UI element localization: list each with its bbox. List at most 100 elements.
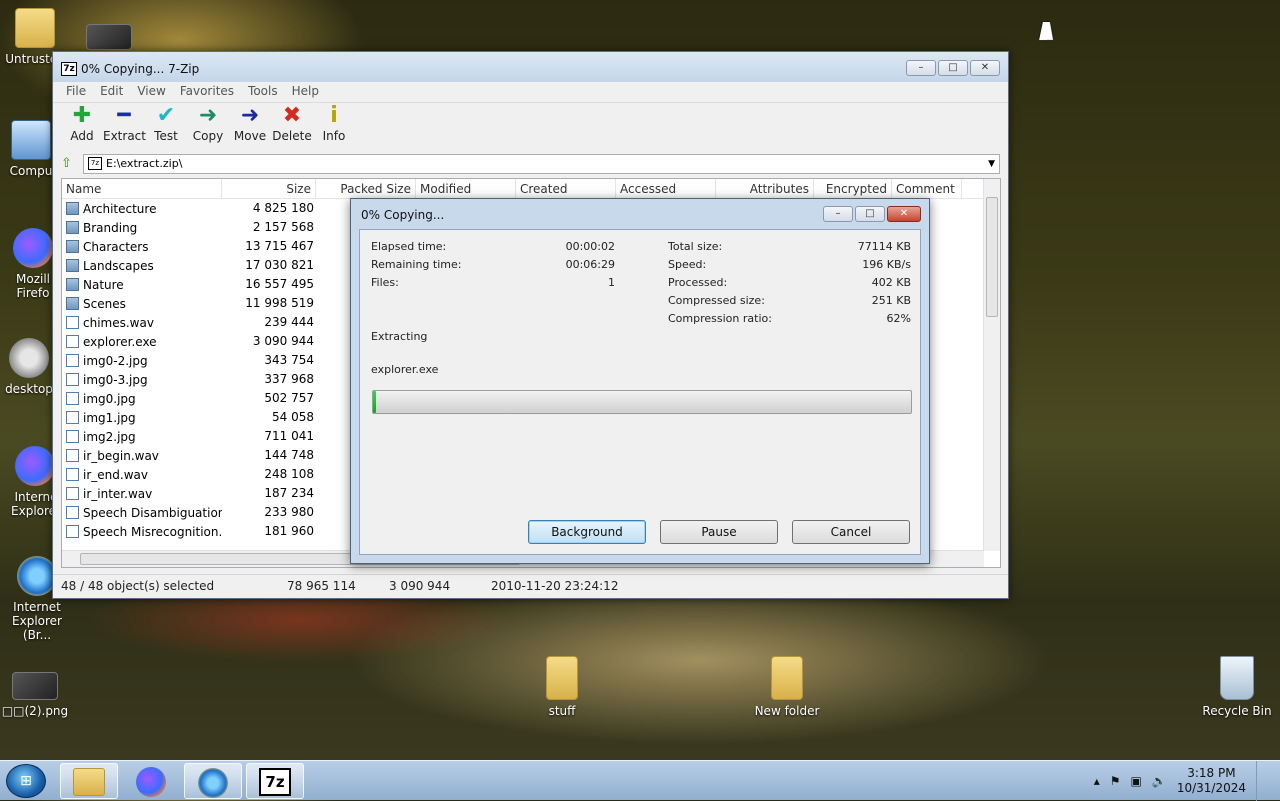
file-name-cell: Characters (62, 237, 222, 256)
address-bar: ⇧ 7z E:\extract.zip\ ▼ (53, 152, 1008, 176)
toolbar-copy-button[interactable]: ➜ Copy (187, 103, 229, 152)
toolbar-add-button[interactable]: ✚ Add (61, 103, 103, 152)
stat-value: 402 KB (871, 276, 911, 289)
file-icon (66, 506, 79, 519)
windows-logo-icon: ⊞ (20, 773, 32, 789)
file-name-cell: img2.jpg (62, 427, 222, 446)
show-desktop-button[interactable] (1256, 761, 1266, 801)
file-size: 11 998 519 (245, 296, 314, 310)
toolbar-info-button[interactable]: i Info (313, 103, 355, 152)
file-size: 337 968 (264, 372, 314, 386)
folder-icon (771, 656, 803, 700)
file-icon (66, 373, 79, 386)
column-header-accessed[interactable]: Accessed (616, 179, 716, 198)
file-name-cell: img0-2.jpg (62, 351, 222, 370)
image-thumbnail-icon (86, 24, 132, 50)
clock[interactable]: 3:18 PM 10/31/2024 (1177, 766, 1246, 796)
desktop-icon-label: Mozill Firefo (16, 272, 50, 300)
menu-file[interactable]: File (59, 82, 93, 102)
taskbar-7zip-button[interactable]: 7z (246, 763, 304, 799)
desktop-icon-stuff[interactable]: stuff (523, 656, 601, 718)
file-name: img1.jpg (83, 410, 136, 425)
file-size: 16 557 495 (245, 277, 314, 291)
dialog-close-button[interactable]: ✕ (887, 206, 921, 222)
toolbar-extract-button[interactable]: ━ Extract (103, 103, 146, 152)
file-icon (66, 487, 79, 500)
taskbar-firefox-button[interactable] (122, 763, 180, 799)
copy-icon: ➜ (198, 103, 218, 128)
computer-icon (11, 120, 51, 160)
background-button[interactable]: Background (528, 520, 646, 544)
toolbar-move-button[interactable]: ➜ Move (229, 103, 271, 152)
dialog-maximize-button[interactable]: □ (855, 206, 885, 222)
file-icon (66, 430, 79, 443)
taskbar-explorer-button[interactable] (60, 763, 118, 799)
add-icon: ✚ (72, 103, 92, 128)
file-name: ir_end.wav (83, 467, 148, 482)
column-header-created[interactable]: Created (516, 179, 616, 198)
maximize-button[interactable]: □ (938, 60, 968, 76)
scroll-thumb[interactable] (986, 197, 998, 317)
volume-icon[interactable]: 🔈 (1152, 774, 1167, 788)
flag-icon[interactable]: ⚑ (1110, 774, 1121, 788)
status-total-size: 78 965 114 (287, 579, 356, 593)
pause-button[interactable]: Pause (660, 520, 778, 544)
dialog-title-bar[interactable]: 0% Copying... – □ ✕ (351, 199, 929, 229)
menu-edit[interactable]: Edit (93, 82, 130, 102)
column-header-name[interactable]: Name (62, 179, 222, 198)
delete-icon: ✖ (282, 103, 302, 128)
network-icon[interactable]: ▣ (1131, 774, 1142, 788)
sevenzip-app-icon: 7z (61, 62, 77, 76)
desktop-icon-recycle-bin[interactable]: Recycle Bin (1198, 656, 1276, 718)
column-header-modified[interactable]: Modified (416, 179, 516, 198)
stat-label: Files: (371, 276, 399, 289)
menu-help[interactable]: Help (285, 82, 326, 102)
test-icon: ✔ (156, 103, 176, 128)
menu-view[interactable]: View (130, 82, 172, 102)
file-icon (66, 411, 79, 424)
file-name: img0-2.jpg (83, 353, 148, 368)
minimize-button[interactable]: – (906, 60, 936, 76)
desktop-icon-image-top[interactable] (70, 24, 148, 54)
path-combobox[interactable]: 7z E:\extract.zip\ ▼ (83, 154, 1000, 174)
toolbar-test-button[interactable]: ✔ Test (145, 103, 187, 152)
mouse-cursor-icon (1039, 22, 1057, 40)
file-icon (66, 525, 79, 538)
current-file-label: explorer.exe (371, 363, 439, 376)
info-icon: i (330, 103, 338, 128)
start-button[interactable]: ⊞ (6, 764, 46, 798)
cancel-button[interactable]: Cancel (792, 520, 910, 544)
clock-time: 3:18 PM (1187, 766, 1236, 780)
toolbar-delete-button[interactable]: ✖ Delete (271, 103, 313, 152)
taskbar: ⊞ 7z ▴ ⚑ ▣ 🔈 3:18 PM 10/31/2024 (0, 760, 1280, 801)
firefox-icon (13, 228, 53, 268)
show-hidden-icons-icon[interactable]: ▴ (1094, 774, 1100, 788)
file-name: Branding (83, 220, 138, 235)
progress-dialog[interactable]: 0% Copying... – □ ✕ Elapsed time: 00:00:0… (350, 198, 930, 564)
column-header-attributes[interactable]: Attributes (716, 179, 814, 198)
file-icon (66, 449, 79, 462)
up-folder-icon[interactable]: ⇧ (61, 156, 77, 172)
chevron-down-icon[interactable]: ▼ (988, 155, 995, 173)
column-header-comment[interactable]: Comment (892, 179, 962, 198)
column-header-packed-size[interactable]: Packed Size (316, 179, 416, 198)
title-bar[interactable]: 7z 0% Copying... 7-Zip – □ ✕ (53, 52, 1008, 82)
path-text: E:\extract.zip\ (106, 157, 183, 170)
desktop-icon-new-folder[interactable]: New folder (748, 656, 826, 718)
clock-date: 10/31/2024 (1176, 781, 1246, 795)
file-name: Nature (83, 277, 124, 292)
taskbar-ie-button[interactable] (184, 763, 242, 799)
firefox-icon (136, 767, 166, 797)
vertical-scrollbar[interactable] (983, 179, 1000, 551)
dialog-minimize-button[interactable]: – (823, 206, 853, 222)
stat-label: Compressed size: (668, 294, 765, 307)
file-name-cell: Branding (62, 218, 222, 237)
menu-tools[interactable]: Tools (241, 82, 285, 102)
column-header-size[interactable]: Size (222, 179, 316, 198)
menu-favorites[interactable]: Favorites (173, 82, 241, 102)
file-size: 502 757 (264, 391, 314, 405)
file-name-cell: Speech Misrecognition.... (62, 522, 222, 541)
close-button[interactable]: ✕ (970, 60, 1000, 76)
desktop-icon-png[interactable]: □□(2).png (0, 672, 74, 718)
column-header-encrypted[interactable]: Encrypted (814, 179, 892, 198)
